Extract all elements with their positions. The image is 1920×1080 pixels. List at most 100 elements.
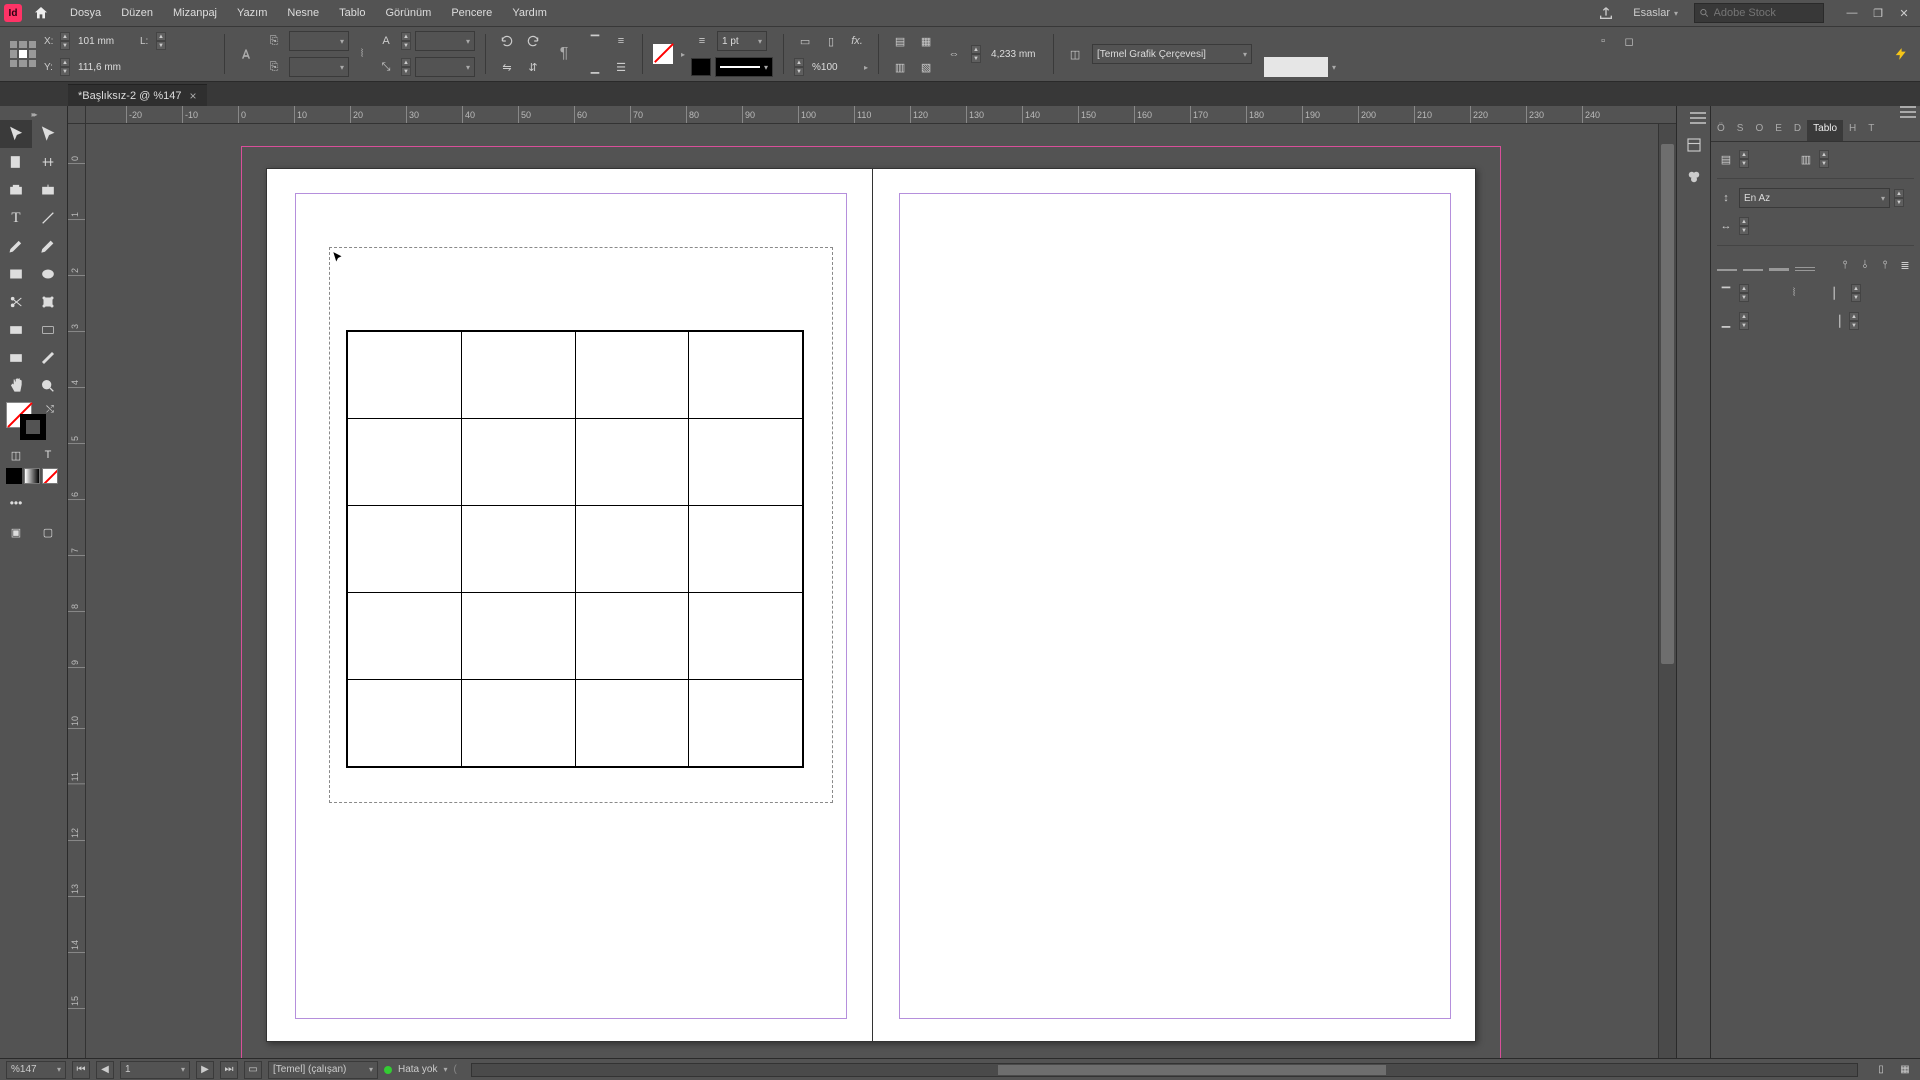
color-theme-tool[interactable] [32, 344, 64, 372]
align-center-cell-icon[interactable]: ⫰ [1856, 256, 1874, 274]
panel-tab-t[interactable]: T [1862, 120, 1880, 141]
formatting-container-icon[interactable]: ◫ [0, 444, 32, 466]
text-wrap-jump-icon[interactable]: ▥ [889, 56, 911, 78]
table-cell[interactable] [461, 332, 575, 419]
panel-tab-tablo[interactable]: Tablo [1807, 120, 1843, 141]
table-cell[interactable] [348, 332, 462, 419]
layout-field[interactable]: [Temel] (çalışan)▾ [268, 1061, 378, 1079]
w-field[interactable] [170, 31, 214, 51]
properties-panel-icon[interactable] [1680, 132, 1708, 158]
opacity-field[interactable] [1264, 57, 1328, 77]
table-cell[interactable] [689, 419, 803, 506]
last-page-button[interactable]: ⏭ [220, 1061, 238, 1079]
gap-field[interactable]: 4,233 mm [987, 44, 1043, 64]
stock-search[interactable] [1694, 3, 1824, 23]
leading-drop[interactable]: ▾ [415, 57, 475, 77]
apply-color-icon[interactable] [6, 468, 22, 484]
apply-gradient-icon[interactable] [24, 468, 40, 484]
align-justify-cell-icon[interactable]: ≣ [1896, 256, 1914, 274]
rectangle-tool[interactable] [0, 316, 32, 344]
document-tab-close[interactable]: × [190, 89, 197, 103]
object-style-drop[interactable]: [Temel Grafik Çerçevesi]▾ [1092, 44, 1252, 64]
rows-spin-up[interactable]: ▲ [1739, 150, 1749, 159]
horizontal-scrollbar[interactable] [471, 1063, 1858, 1077]
gpu-perf-icon[interactable] [1890, 43, 1912, 65]
cc-libraries-icon[interactable] [1680, 164, 1708, 190]
reference-point-grid[interactable] [8, 39, 38, 69]
vertical-ruler[interactable]: 0123456789101112131415 [68, 124, 86, 1058]
panel-tab-s[interactable]: S [1731, 120, 1750, 141]
x-spin-down[interactable]: ▼ [60, 41, 70, 50]
table-cell[interactable] [575, 506, 689, 593]
char-format-icon[interactable] [235, 43, 257, 65]
text-frame[interactable] [329, 247, 833, 803]
panel-tab-e[interactable]: E [1769, 120, 1788, 141]
table-cell[interactable] [348, 593, 462, 680]
stroke-color-swatch[interactable] [691, 58, 711, 76]
maximize-button[interactable]: ❐ [1866, 4, 1890, 22]
panel-tab-d[interactable]: D [1788, 120, 1807, 141]
fill-swatch[interactable] [653, 44, 673, 64]
stroke-weight-drop[interactable]: 1 pt▾ [717, 31, 767, 51]
align-top-cell-icon[interactable]: ⫯ [1836, 256, 1854, 274]
table-cell[interactable] [461, 593, 575, 680]
corner-options-icon[interactable]: ◫ [1064, 43, 1086, 65]
font-family-drop[interactable]: ▾ [289, 31, 349, 51]
table-cell[interactable] [575, 332, 689, 419]
page-field[interactable]: 1▾ [120, 1061, 190, 1079]
free-transform-tool[interactable] [32, 288, 64, 316]
hand-tool[interactable] [0, 372, 32, 400]
pen-tool[interactable] [0, 232, 32, 260]
table-cell[interactable] [689, 680, 803, 767]
ruler-origin[interactable] [68, 106, 86, 124]
minimize-button[interactable]: — [1840, 4, 1864, 22]
screen-grid-icon[interactable]: ▦ [1896, 1061, 1914, 1079]
menu-dosya[interactable]: Dosya [60, 3, 111, 23]
preflight-status-text[interactable]: Hata yok [398, 1064, 437, 1075]
align-middle-icon[interactable]: ≡ [610, 30, 632, 52]
text-wrap-none-icon[interactable]: ▤ [889, 30, 911, 52]
menu-görünüm[interactable]: Görünüm [375, 3, 441, 23]
fx-icon[interactable]: fx. [846, 30, 868, 52]
menu-yazım[interactable]: Yazım [227, 3, 277, 23]
ellipse-tool[interactable] [32, 260, 64, 288]
rotate-cw-icon[interactable] [522, 30, 544, 52]
text-wrap-around-icon[interactable]: ▦ [915, 30, 937, 52]
table-cell[interactable] [689, 332, 803, 419]
view-mode-normal[interactable]: ▣ [0, 518, 32, 546]
content-placer-tool[interactable] [32, 176, 64, 204]
type-tool[interactable]: T [0, 204, 32, 232]
toolbox-collapse[interactable]: ▸▸ [0, 108, 67, 120]
stroke-double[interactable] [1795, 259, 1815, 271]
rotate-ccw-icon[interactable] [496, 30, 518, 52]
close-window-button[interactable]: ✕ [1892, 4, 1916, 22]
row-height-mode-drop[interactable]: En Az▾ [1739, 188, 1890, 208]
align-top-icon[interactable]: ▔ [584, 30, 606, 52]
constrain-link-icon[interactable]: ⦚ [355, 34, 369, 74]
menu-mizanpaj[interactable]: Mizanpaj [163, 3, 227, 23]
panel-tab-h[interactable]: H [1843, 120, 1862, 141]
rows-spin-down[interactable]: ▼ [1739, 159, 1749, 168]
table-cell[interactable] [461, 419, 575, 506]
font-size-drop[interactable]: ▾ [415, 31, 475, 51]
panel-tab-o[interactable]: O [1749, 120, 1769, 141]
table-object[interactable] [346, 330, 804, 768]
w-spin-down[interactable]: ▼ [156, 41, 166, 50]
zoom-field[interactable]: %100 [808, 57, 856, 77]
align-bottom-icon[interactable]: ▁ [584, 56, 606, 78]
viewport[interactable] [86, 124, 1658, 1058]
table-cell[interactable] [575, 419, 689, 506]
panel-menu-icon[interactable] [1900, 106, 1916, 118]
stroke-style-drop[interactable]: ▾ [715, 57, 773, 77]
text-wrap-skip-icon[interactable]: ▧ [915, 56, 937, 78]
table-cell[interactable] [461, 680, 575, 767]
y-field[interactable]: 111,6 mm [74, 57, 134, 77]
table-cell[interactable] [348, 506, 462, 593]
font-style-drop[interactable]: ▾ [289, 57, 349, 77]
align-bottom-cell-icon[interactable]: ⫯ [1876, 256, 1894, 274]
edit-tools-button[interactable]: ••• [0, 492, 32, 514]
menu-düzen[interactable]: Düzen [111, 3, 163, 23]
content-collector-tool[interactable] [0, 176, 32, 204]
cols-spin-up[interactable]: ▲ [1819, 150, 1829, 159]
scissors-tool[interactable] [0, 288, 32, 316]
